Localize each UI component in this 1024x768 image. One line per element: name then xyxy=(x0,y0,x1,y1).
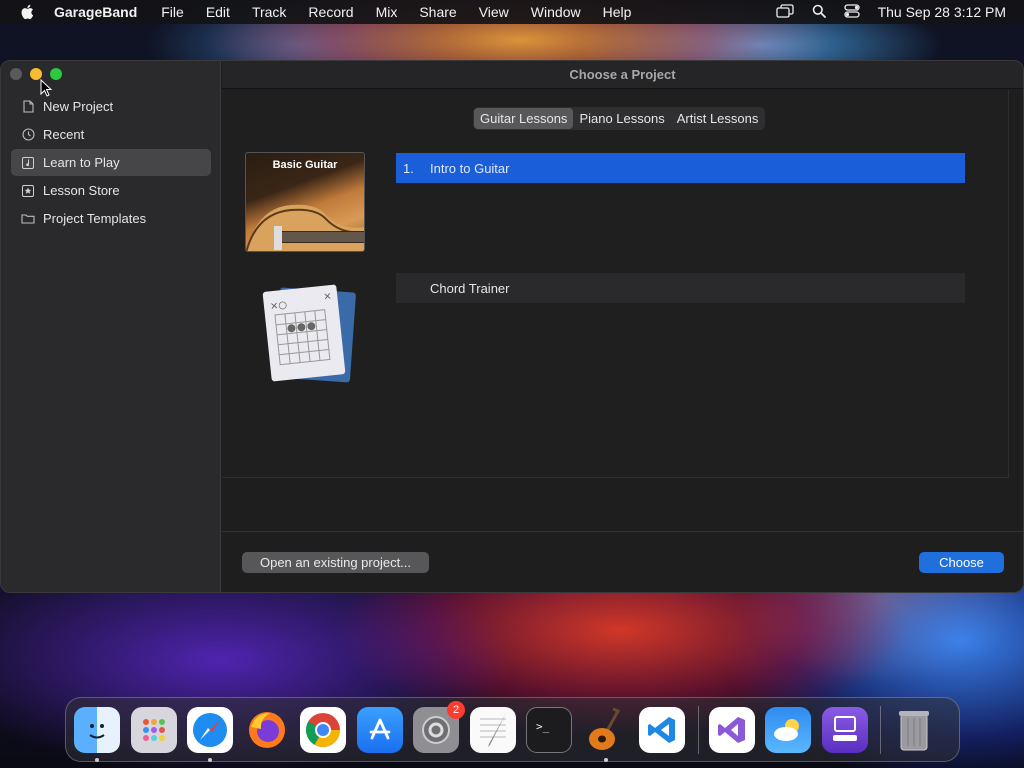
menu-mix[interactable]: Mix xyxy=(376,4,398,20)
menu-share[interactable]: Share xyxy=(419,4,456,20)
store-icon xyxy=(21,184,35,198)
lesson-category-tabs: Guitar Lessons Piano Lessons Artist Less… xyxy=(473,107,766,130)
tab-artist-lessons[interactable]: Artist Lessons xyxy=(671,108,765,129)
dock-separator xyxy=(697,705,699,754)
window-title: Choose a Project xyxy=(222,61,1023,89)
basic-guitar-thumbnail[interactable]: Basic Guitar xyxy=(245,152,365,252)
menu-track[interactable]: Track xyxy=(252,4,286,20)
thumbnail-label: Basic Guitar xyxy=(272,159,338,171)
dock-launchpad-icon[interactable] xyxy=(130,706,177,753)
svg-text:>_: >_ xyxy=(536,720,550,733)
running-indicator xyxy=(208,757,212,762)
svg-text:×: × xyxy=(323,291,332,303)
notification-badge: 2 xyxy=(447,700,465,719)
menu-app-name[interactable]: GarageBand xyxy=(54,4,137,20)
dock: 2 >_ xyxy=(65,697,960,762)
music-note-icon xyxy=(21,156,35,170)
dock-trash-icon[interactable] xyxy=(891,707,937,753)
svg-text:×○: ×○ xyxy=(270,300,288,313)
menu-view[interactable]: View xyxy=(479,4,509,20)
clock-icon xyxy=(21,128,35,142)
sidebar-item-label: Lesson Store xyxy=(43,183,120,198)
document-icon xyxy=(21,100,35,114)
sidebar-item-lesson-store[interactable]: Lesson Store xyxy=(11,177,211,204)
control-center-icon[interactable] xyxy=(843,3,860,21)
sidebar-item-new-project[interactable]: New Project xyxy=(11,93,211,120)
lesson-title: Intro to Guitar xyxy=(430,160,510,176)
running-indicator xyxy=(95,757,99,762)
sidebar-item-label: Project Templates xyxy=(43,211,147,226)
menu-window[interactable]: Window xyxy=(531,4,581,20)
folder-icon xyxy=(21,212,35,226)
dock-app-store-icon[interactable] xyxy=(356,706,403,753)
sidebar-item-label: New Project xyxy=(43,99,114,114)
dock-garageband-icon[interactable] xyxy=(583,707,629,762)
menu-record[interactable]: Record xyxy=(308,4,353,20)
sidebar-item-learn-to-play[interactable]: Learn to Play xyxy=(11,149,211,176)
spotlight-search-icon[interactable] xyxy=(812,4,826,21)
sidebar-item-project-templates[interactable]: Project Templates xyxy=(11,205,211,232)
running-indicator xyxy=(603,757,608,762)
dock-terminal-icon[interactable]: >_ xyxy=(526,706,572,753)
sidebar-list: New Project Recent Learn to Play Lesson … xyxy=(11,93,211,233)
window-controls xyxy=(10,68,62,80)
lesson-number: 1. xyxy=(403,160,414,176)
dock-vscode-icon[interactable] xyxy=(639,706,685,753)
apple-menu-icon[interactable] xyxy=(18,4,36,20)
choose-button[interactable]: Choose xyxy=(919,552,1004,573)
menu-help[interactable]: Help xyxy=(603,4,632,20)
sidebar: New Project Recent Learn to Play Lesson … xyxy=(1,61,221,592)
sidebar-item-label: Recent xyxy=(43,127,85,142)
bottom-action-bar: Open an existing project... Choose xyxy=(222,531,1023,592)
sidebar-item-recent[interactable]: Recent xyxy=(11,121,211,148)
dock-simulator-icon[interactable] xyxy=(821,706,868,753)
chord-trainer-thumbnail[interactable]: ×○ × xyxy=(255,280,365,390)
dock-separator xyxy=(880,705,881,754)
menu-clock[interactable]: Thu Sep 28 3:12 PM xyxy=(878,4,1006,20)
lesson-title: Chord Trainer xyxy=(430,280,510,296)
dock-visual-studio-icon[interactable] xyxy=(708,706,755,753)
dock-safari-icon[interactable] xyxy=(187,706,233,762)
menu-file[interactable]: File xyxy=(161,4,184,20)
dock-firefox-icon[interactable] xyxy=(244,707,290,753)
dock-textedit-icon[interactable] xyxy=(469,706,516,753)
menu-edit[interactable]: Edit xyxy=(206,4,230,20)
dock-system-settings-icon[interactable]: 2 xyxy=(413,700,465,753)
sidebar-item-label: Learn to Play xyxy=(43,155,120,170)
menu-bar: GarageBand File Edit Track Record Mix Sh… xyxy=(0,0,1024,24)
lesson-browser: Guitar Lessons Piano Lessons Artist Less… xyxy=(222,90,1009,478)
dock-chrome-icon[interactable] xyxy=(300,706,346,753)
dock-weather-icon[interactable] xyxy=(765,706,811,753)
screen-mirroring-icon[interactable] xyxy=(775,3,794,21)
dock-finder-icon[interactable] xyxy=(74,706,120,762)
tab-piano-lessons[interactable]: Piano Lessons xyxy=(573,108,670,129)
chord-chart-icon: ×○ × xyxy=(262,284,356,383)
mouse-cursor-icon xyxy=(40,79,52,97)
tab-guitar-lessons[interactable]: Guitar Lessons xyxy=(474,108,574,129)
close-button[interactable] xyxy=(10,68,22,80)
lesson-row-intro-to-guitar[interactable]: 1. Intro to Guitar xyxy=(396,153,965,183)
main-panel: Choose a Project Guitar Lessons Piano Le… xyxy=(222,61,1023,592)
choose-project-window: New Project Recent Learn to Play Lesson … xyxy=(0,60,1024,593)
lesson-row-chord-trainer[interactable]: Chord Trainer xyxy=(396,273,965,303)
open-existing-project-button[interactable]: Open an existing project... xyxy=(242,552,429,573)
